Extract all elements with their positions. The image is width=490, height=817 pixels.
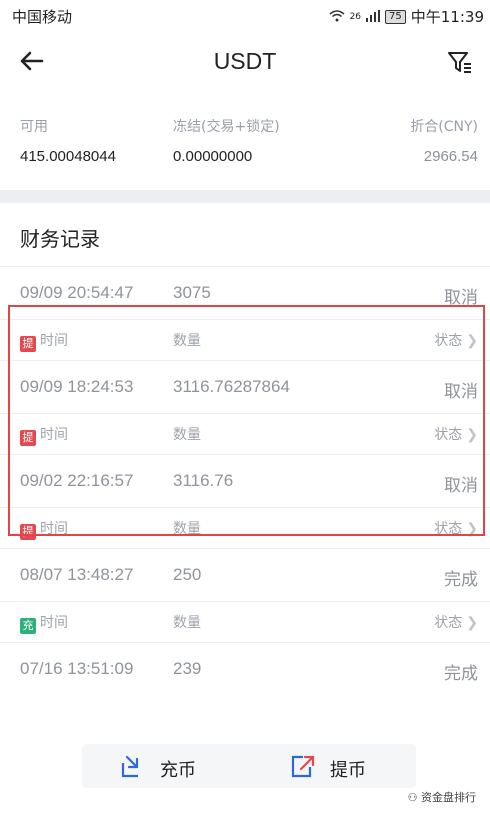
watermark: ⚇ 资金盘排行 (408, 789, 476, 805)
record-type-tag: 充 (20, 618, 36, 634)
cny-value: 2966.54 (423, 148, 478, 165)
status-label-text: 状态 (434, 614, 463, 630)
record-amount: 3116.76287864 (173, 377, 290, 396)
frozen-value: 0.00000000 (173, 148, 253, 165)
record-status: 取消 (444, 288, 478, 307)
record-amount: 239 (173, 659, 202, 678)
record-status: 取消 (444, 382, 478, 401)
amount-label: 数量 (173, 614, 201, 630)
watermark-text: 资金盘排行 (421, 791, 476, 804)
time-column-label: 提时间 (20, 424, 68, 446)
deposit-icon (120, 753, 146, 784)
record-amount: 3116.76 (173, 471, 234, 490)
time-column-label: 提时间 (20, 518, 68, 540)
nav-bar: USDT (0, 36, 490, 88)
records-title: 财务记录 (20, 227, 100, 251)
withdraw-button[interactable]: 提币 (290, 753, 366, 784)
record-time: 09/09 18:24:53 (20, 377, 134, 396)
withdraw-icon (290, 753, 316, 784)
wifi-icon (329, 8, 345, 26)
record-time: 09/09 20:54:47 (20, 283, 134, 302)
record-header-row: 提时间 数量 状态 ❯ (0, 507, 490, 548)
record-type-tag: 提 (20, 430, 36, 446)
status-label[interactable]: 状态 ❯ (434, 518, 478, 538)
battery-icon: 75 (385, 9, 406, 24)
bottom-action-bar: 充币 提币 (82, 744, 416, 788)
record-type-tag: 提 (20, 336, 36, 352)
status-label[interactable]: 状态 ❯ (434, 424, 478, 444)
records-list: 09/09 20:54:47 3075 取消提时间 数量 状态 ❯ 09/09 18:24:… (0, 266, 490, 695)
signal-icon (366, 8, 381, 26)
record-time: 07/16 13:51:09 (20, 659, 134, 678)
chevron-right-icon: ❯ (466, 614, 478, 630)
chevron-right-icon: ❯ (466, 520, 478, 536)
amount-label: 数量 (173, 332, 201, 348)
status-icons: 26 75 中午11:39 (329, 6, 484, 27)
time-column-label: 提时间 (20, 330, 68, 352)
status-label[interactable]: 状态 ❯ (434, 330, 478, 350)
record-header-row: 充时间 数量 状态 ❯ (0, 601, 490, 642)
time-column-label: 充时间 (20, 612, 68, 634)
wechat-icon: ⚇ (407, 791, 418, 804)
amount-label: 数量 (173, 426, 201, 442)
frozen-balance: 冻结(交易+锁定) 0.00000000 (173, 116, 280, 165)
deposit-button[interactable]: 充币 (120, 753, 196, 784)
record-header-row: 提时间 数量 状态 ❯ (0, 413, 490, 454)
deposit-label: 充币 (160, 759, 196, 781)
record-row: 09/02 22:16:57 3116.76 取消 (0, 454, 490, 507)
available-balance: 可用 415.00048044 (20, 116, 116, 165)
record-row: 08/07 13:48:27 250 完成 (0, 548, 490, 601)
record-status: 取消 (444, 476, 478, 495)
available-value: 415.00048044 (20, 148, 116, 165)
withdraw-label: 提币 (330, 759, 366, 781)
record-amount: 3075 (173, 283, 211, 302)
amount-label: 数量 (173, 520, 201, 536)
chevron-right-icon: ❯ (466, 426, 478, 442)
frozen-label: 冻结(交易+锁定) (173, 119, 280, 135)
record-status: 完成 (444, 570, 478, 589)
record-type-tag: 提 (20, 524, 36, 540)
status-label-text: 状态 (434, 332, 463, 348)
clock: 中午11:39 (410, 8, 484, 26)
available-label: 可用 (20, 119, 48, 135)
cny-balance: 折合(CNY) 2966.54 (410, 116, 478, 165)
record-time: 08/07 13:48:27 (20, 565, 134, 584)
status-bar: 中国移动 26 75 中午11:39 (0, 0, 490, 30)
record-row: 09/09 20:54:47 3075 取消 (0, 266, 490, 319)
status-label-text: 状态 (434, 426, 463, 442)
balance-summary: 可用 415.00048044 冻结(交易+锁定) 0.00000000 折合(… (0, 108, 490, 188)
status-label[interactable]: 状态 ❯ (434, 612, 478, 632)
chevron-right-icon: ❯ (466, 332, 478, 348)
time-label: 时间 (40, 426, 68, 442)
record-row: 07/16 13:51:09 239 完成 (0, 642, 490, 695)
time-label: 时间 (40, 520, 68, 536)
carrier-name: 中国移动 (12, 8, 73, 26)
network-badge: 26 (349, 11, 362, 22)
record-header-row: 提时间 数量 状态 ❯ (0, 319, 490, 360)
cny-label: 折合(CNY) (410, 119, 478, 135)
record-row: 09/09 18:24:53 3116.76287864 取消 (0, 360, 490, 413)
time-label: 时间 (40, 332, 68, 348)
record-amount: 250 (173, 565, 202, 584)
record-time: 09/02 22:16:57 (20, 471, 134, 490)
page-title: USDT (213, 48, 277, 74)
filter-icon[interactable] (446, 48, 474, 76)
time-label: 时间 (40, 614, 68, 630)
record-status: 完成 (444, 664, 478, 683)
section-divider (0, 190, 490, 203)
status-label-text: 状态 (434, 520, 463, 536)
